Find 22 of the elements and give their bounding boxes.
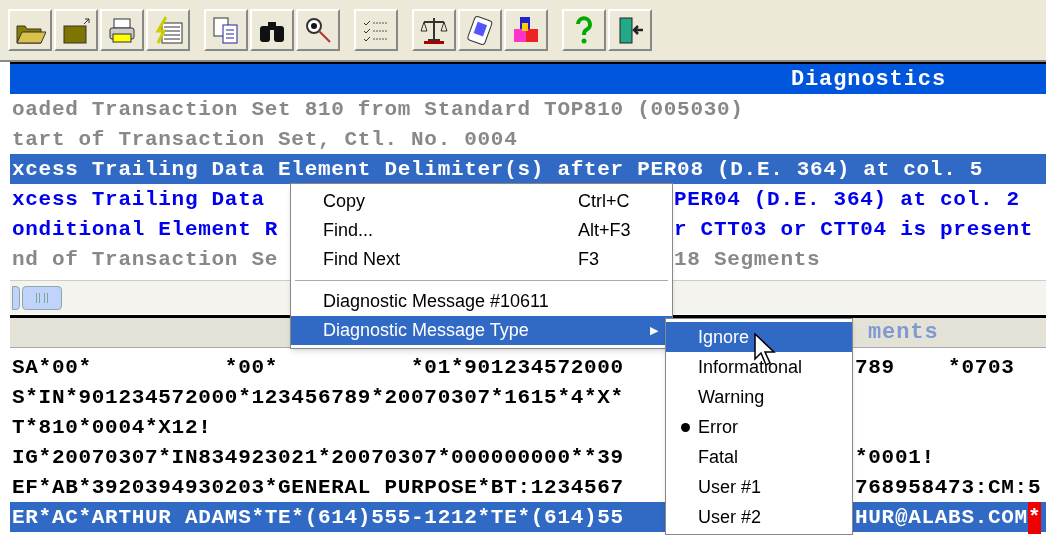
segment-text: 789 *0703 xyxy=(855,355,1015,381)
diagnostic-message: xcess Trailing Data Element Delimiter(s) after PER08 (D.E. 364) at col. 5 xyxy=(12,157,984,183)
diagnostic-message: tart of Transaction Set, Ctl. No. 0004 xyxy=(12,127,518,153)
segment-text: EF*AB*3920394930203*GENERAL PURPOSE*BT:1234567 xyxy=(12,475,624,501)
diagnostic-message: nd of Transaction Se xyxy=(12,247,279,273)
segment-text: *0001! xyxy=(855,445,935,471)
panel-title: ments xyxy=(868,319,939,347)
diagnostic-message: 18 Segments xyxy=(674,247,821,273)
panel-title: Diagnostics xyxy=(790,65,946,94)
error-marker: * xyxy=(1027,502,1042,534)
segment-text: ER*AC*ARTHUR ADAMS*TE*(614)555-1212*TE*(614)55 xyxy=(12,505,624,531)
diagnostic-message: r CTT03 or CTT04 is present xyxy=(674,217,1034,243)
diagnostic-message: PER04 (D.E. 364) at col. 2 xyxy=(674,187,1020,213)
diagnostic-message: oaded Transaction Set 810 from Standard TOP810 (005030) xyxy=(12,97,744,123)
diagnostic-message: onditional Element R xyxy=(12,217,279,243)
segment-text: T*810*0004*X12! xyxy=(12,415,212,441)
segment-text: SA*00* *00* *01*901234572000 xyxy=(12,355,624,381)
segment-text: 768958473:CM:5 xyxy=(855,475,1042,501)
diagnostic-message: xcess Trailing Data xyxy=(12,187,266,213)
segment-text: S*IN*901234572000*123456789*20070307*1615*4*X* xyxy=(12,385,624,411)
segment-text: IG*20070307*IN834923021*20070307*000000000**39 xyxy=(12,445,624,471)
segment-text: HUR@ALABS.COM xyxy=(855,505,1028,531)
